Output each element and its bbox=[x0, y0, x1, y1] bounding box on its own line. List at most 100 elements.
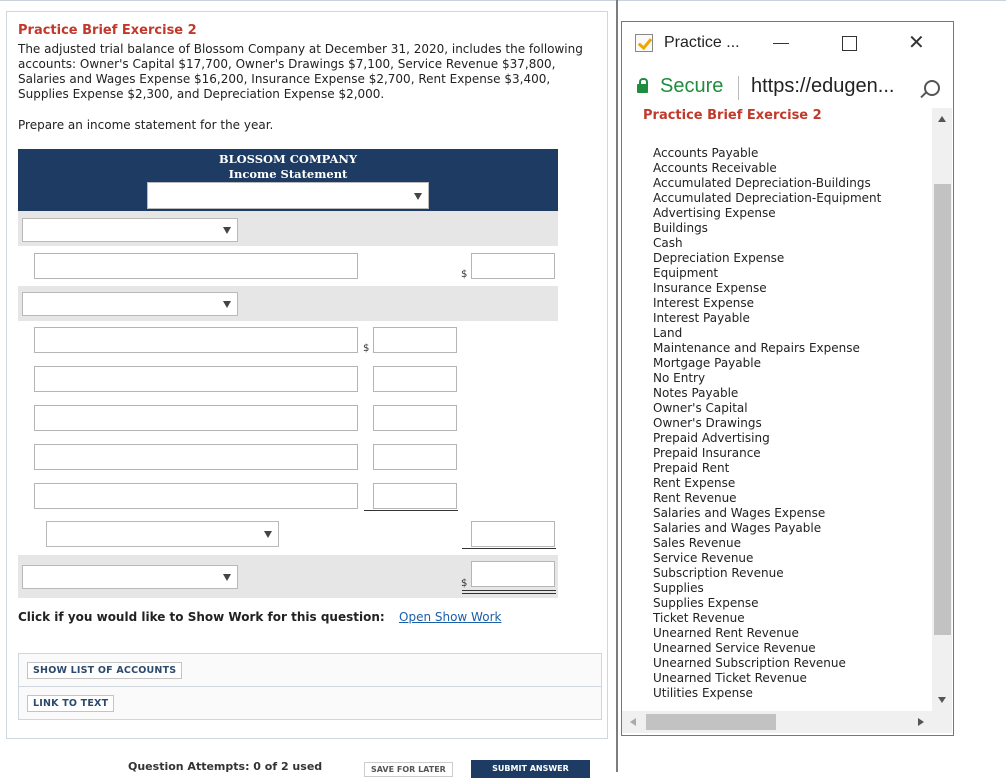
subtotal-underline bbox=[364, 510, 458, 511]
total-expenses-select[interactable] bbox=[46, 521, 279, 547]
account-list-item: Owner's Drawings bbox=[653, 416, 762, 430]
account-list-item: Interest Expense bbox=[653, 296, 754, 310]
net-income-input[interactable] bbox=[471, 561, 555, 587]
section-select-revenues[interactable] bbox=[22, 218, 238, 242]
link-to-text-row: LINK TO TEXT bbox=[18, 686, 602, 720]
account-list-item: Rent Revenue bbox=[653, 491, 737, 505]
vertical-scroll-thumb[interactable] bbox=[934, 184, 951, 635]
account-list-item: Unearned Rent Revenue bbox=[653, 626, 799, 640]
account-list-item: Cash bbox=[653, 236, 683, 250]
popup-heading: Practice Brief Exercise 2 bbox=[643, 108, 822, 123]
section-select-expenses[interactable] bbox=[22, 292, 238, 316]
expense-amount-input-5[interactable] bbox=[373, 483, 457, 509]
account-list-item: Unearned Service Revenue bbox=[653, 641, 816, 655]
period-select[interactable] bbox=[147, 182, 429, 209]
account-list-item: Depreciation Expense bbox=[653, 251, 785, 265]
accounts-popup-window: Practice ... ✕ Secure https://edugen... … bbox=[621, 21, 954, 736]
close-icon[interactable]: ✕ bbox=[908, 30, 925, 54]
account-list-item: No Entry bbox=[653, 371, 706, 385]
company-name: BLOSSOM COMPANY bbox=[218, 152, 358, 166]
open-show-work-link[interactable]: Open Show Work bbox=[399, 610, 501, 624]
horizontal-scrollbar[interactable] bbox=[622, 711, 932, 733]
expense-account-input-2[interactable] bbox=[34, 366, 358, 392]
scrollbar-corner bbox=[932, 711, 952, 733]
expense-amount-input-1[interactable] bbox=[373, 327, 457, 353]
account-list-item: Notes Payable bbox=[653, 386, 739, 400]
expense-account-input-1[interactable] bbox=[34, 327, 358, 353]
expense-account-input-3[interactable] bbox=[34, 405, 358, 431]
chevron-down-icon bbox=[223, 574, 231, 581]
address-bar[interactable]: Secure https://edugen... bbox=[622, 68, 953, 108]
window-divider bbox=[616, 0, 618, 772]
link-to-text-button[interactable]: LINK TO TEXT bbox=[27, 695, 115, 712]
expense-amount-input-2[interactable] bbox=[373, 366, 457, 392]
revenue-amount-input[interactable] bbox=[471, 253, 555, 279]
secure-label: Secure bbox=[660, 75, 724, 97]
account-list-item: Utilities Expense bbox=[653, 686, 753, 700]
scroll-down-icon[interactable] bbox=[938, 697, 946, 703]
minimize-icon[interactable] bbox=[773, 43, 789, 44]
total-expenses-input[interactable] bbox=[471, 521, 555, 547]
account-list: Accounts Payable Accounts Receivable Accum… bbox=[653, 146, 881, 701]
net-income-double-underline-2 bbox=[462, 593, 556, 594]
popup-content: Practice Brief Exercise 2 Accounts Payab… bbox=[622, 108, 932, 711]
account-list-item: Owner's Capital bbox=[653, 401, 748, 415]
show-list-of-accounts-button[interactable]: SHOW LIST OF ACCOUNTS bbox=[27, 662, 183, 679]
expense-account-input-4[interactable] bbox=[34, 444, 358, 470]
account-list-item: Unearned Subscription Revenue bbox=[653, 656, 846, 670]
horizontal-scroll-thumb[interactable] bbox=[646, 714, 776, 730]
account-list-item: Salaries and Wages Expense bbox=[653, 506, 826, 520]
show-list-row: SHOW LIST OF ACCOUNTS bbox=[18, 653, 602, 687]
question-panel: Practice Brief Exercise 2 The adjusted t… bbox=[6, 11, 608, 739]
account-list-item: Sales Revenue bbox=[653, 536, 742, 550]
page-checkmark-icon bbox=[635, 34, 653, 52]
top-border bbox=[0, 0, 1006, 1]
scroll-left-icon[interactable] bbox=[630, 718, 636, 726]
submit-answer-button[interactable]: SUBMIT ANSWER bbox=[471, 760, 590, 778]
zoom-icon[interactable] bbox=[924, 80, 940, 96]
account-list-item: Buildings bbox=[653, 221, 708, 235]
show-work-label: Click if you would like to Show Work for… bbox=[18, 610, 385, 624]
account-list-item: Land bbox=[653, 326, 683, 340]
expense-amount-input-3[interactable] bbox=[373, 405, 457, 431]
dollar-sign: $ bbox=[461, 269, 468, 280]
scroll-right-icon[interactable] bbox=[918, 718, 924, 726]
save-for-later-button[interactable]: SAVE FOR LATER bbox=[364, 762, 453, 777]
address-separator bbox=[738, 76, 739, 100]
account-list-item: Maintenance and Repairs Expense bbox=[653, 341, 860, 355]
account-list-item: Salaries and Wages Payable bbox=[653, 521, 822, 535]
net-income-double-underline-1 bbox=[462, 590, 556, 591]
account-list-item: Accumulated Depreciation-Equipment bbox=[653, 191, 882, 205]
expense-account-input-5[interactable] bbox=[34, 483, 358, 509]
account-list-item: Ticket Revenue bbox=[653, 611, 745, 625]
scroll-up-icon[interactable] bbox=[938, 116, 946, 122]
exercise-prompt: Prepare an income statement for the year… bbox=[18, 118, 274, 132]
account-list-item: Interest Payable bbox=[653, 311, 750, 325]
net-income-select[interactable] bbox=[22, 565, 238, 589]
vertical-scrollbar[interactable] bbox=[932, 108, 952, 711]
account-list-item: Supplies Expense bbox=[653, 596, 759, 610]
expense-amount-input-4[interactable] bbox=[373, 444, 457, 470]
popup-title-bar: Practice ... ✕ bbox=[622, 22, 953, 66]
account-list-item: Rent Expense bbox=[653, 476, 736, 490]
revenue-account-input[interactable] bbox=[34, 253, 358, 279]
account-list-item: Accounts Payable bbox=[653, 146, 759, 160]
account-list-item: Service Revenue bbox=[653, 551, 754, 565]
exercise-title: Practice Brief Exercise 2 bbox=[18, 23, 197, 38]
account-list-item: Accounts Receivable bbox=[653, 161, 777, 175]
account-list-item: Insurance Expense bbox=[653, 281, 767, 295]
exercise-description: The adjusted trial balance of Blossom Co… bbox=[18, 42, 583, 101]
account-list-item: Subscription Revenue bbox=[653, 566, 784, 580]
account-list-item: Accumulated Depreciation-Buildings bbox=[653, 176, 871, 190]
account-list-item: Supplies bbox=[653, 581, 704, 595]
url-text: https://edugen... bbox=[751, 75, 895, 97]
chevron-down-icon bbox=[414, 192, 422, 200]
account-list-item: Prepaid Advertising bbox=[653, 431, 770, 445]
chevron-down-icon bbox=[264, 531, 272, 538]
maximize-icon[interactable] bbox=[842, 36, 857, 51]
chevron-down-icon bbox=[223, 227, 231, 234]
dollar-sign: $ bbox=[363, 343, 370, 354]
question-attempts: Question Attempts: 0 of 2 used bbox=[128, 760, 323, 773]
account-list-item: Equipment bbox=[653, 266, 719, 280]
account-list-item: Prepaid Rent bbox=[653, 461, 730, 475]
